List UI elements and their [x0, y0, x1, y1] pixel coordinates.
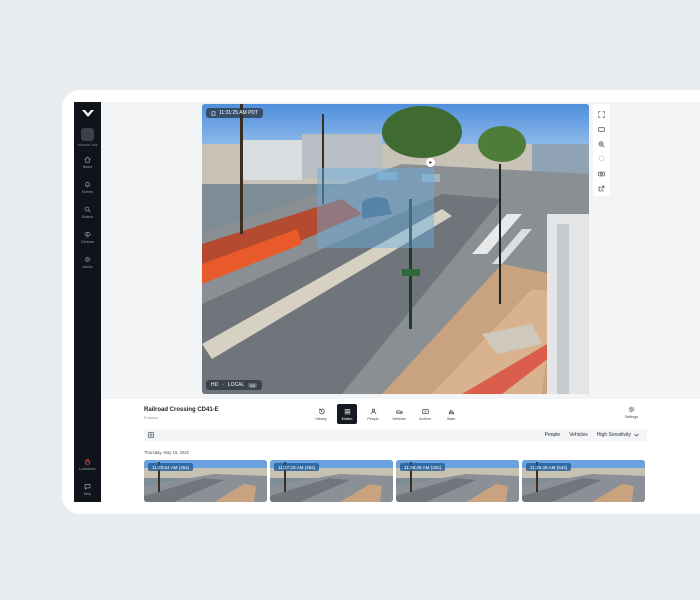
verkada-logo-icon[interactable] [81, 109, 94, 118]
video-toolbar [593, 104, 610, 196]
vehicles-filter[interactable]: Vehicles [569, 432, 588, 438]
tab-label: Vehicles [392, 416, 406, 421]
share-icon [598, 185, 605, 192]
vehicle-icon [395, 409, 403, 414]
motion-thumbnail[interactable]: 11:28:54 AM (45s) [144, 460, 267, 502]
dewarp-button[interactable] [597, 154, 606, 163]
video-timestamp: 11:31:25 AM PDT [206, 108, 264, 118]
tab-label: Archive [419, 416, 431, 421]
people-icon [370, 408, 376, 414]
history-icon [318, 408, 325, 414]
thumbnail-time: 11:26:48 AM (30s) [400, 463, 446, 471]
main-area: 11:31:25 AM PDT HD · LOCAL 5X Railroad C… [101, 102, 700, 502]
rectangle-icon [598, 127, 605, 132]
motion-thumbnail[interactable]: 11:26:48 AM (30s) [396, 460, 519, 502]
gear-icon [628, 406, 635, 413]
sidebar-item-lockdown[interactable]: Lockdown [79, 458, 96, 471]
sidebar-item-home[interactable]: Home [82, 156, 93, 169]
snapshot-button[interactable] [597, 169, 606, 178]
tab-stats[interactable]: Stats [441, 404, 461, 424]
sidebar-item-search[interactable]: Search [82, 206, 93, 219]
tab-motion[interactable]: Motion [337, 404, 357, 424]
devices-icon [84, 232, 91, 238]
filter-options: People Vehicles High Sensitivity [545, 429, 639, 441]
layout-button[interactable] [597, 125, 606, 134]
fullscreen-button[interactable] [597, 110, 606, 119]
org-avatar[interactable] [81, 128, 94, 141]
motion-thumbnails: 11:28:54 AM (45s) 11:27:33 AM (45s) 11:2… [144, 460, 645, 502]
zoom-in-icon [598, 141, 605, 148]
camera-icon [598, 171, 605, 177]
sidebar-bottom: Lockdown Help [79, 458, 96, 498]
settings-button[interactable]: Settings [625, 406, 638, 419]
camera-feed-image [202, 104, 589, 394]
quality-separator: · [222, 382, 224, 388]
help-chat-icon [84, 484, 91, 490]
quality-text: HD [211, 382, 219, 388]
tab-people[interactable]: People [363, 404, 383, 424]
thumbnail-time: 11:27:33 AM (45s) [274, 463, 320, 471]
sidebar: Verkada Labs Home Events Search Devices … [74, 102, 101, 502]
circle-icon [598, 156, 605, 162]
motion-detection-zone[interactable] [317, 168, 434, 248]
sidebar-item-label: Help [83, 492, 92, 496]
play-button[interactable] [426, 158, 435, 167]
app-window: Verkada Labs Home Events Search Devices … [62, 90, 700, 514]
thumbnail-time: 11:25:45 AM (52s) [526, 463, 572, 471]
sidebar-item-label: Devices [81, 240, 94, 244]
bell-icon [85, 182, 90, 188]
camera-subtitle: Exterior [144, 415, 158, 420]
speed-badge: 5X [248, 382, 258, 388]
sidebar-item-admin[interactable]: Admin [82, 256, 93, 269]
tab-label: Stats [446, 416, 456, 421]
sidebar-item-events[interactable]: Events [82, 181, 93, 194]
sidebar-item-devices[interactable]: Devices [81, 231, 94, 244]
sensitivity-value: High Sensitivity [596, 432, 631, 438]
tab-vehicles[interactable]: Vehicles [389, 404, 409, 424]
sidebar-item-label: Events [82, 190, 93, 194]
org-label: Verkada Labs [77, 143, 98, 147]
motion-thumbnail[interactable]: 11:25:45 AM (52s) [522, 460, 645, 502]
clock-icon [211, 110, 216, 116]
sidebar-item-label: Lockdown [79, 467, 96, 471]
camera-name: Railroad Crossing CD41-E [144, 407, 219, 413]
archive-icon [421, 408, 429, 414]
tab-label: People [367, 416, 379, 421]
sidebar-item-label: Search [81, 215, 94, 219]
tab-history[interactable]: History [311, 404, 331, 424]
quality-badge[interactable]: HD · LOCAL 5X [206, 380, 263, 390]
camera-panel: Railroad Crossing CD41-E Exterior Histor… [101, 399, 700, 502]
share-button[interactable] [597, 184, 606, 193]
video-player[interactable]: 11:31:25 AM PDT HD · LOCAL 5X [202, 104, 589, 394]
sidebar-nav: Home Events Search Devices Admin [74, 156, 101, 281]
admin-gear-icon [84, 256, 91, 263]
settings-label: Settings [625, 415, 638, 419]
home-icon [84, 156, 91, 163]
grid-view-icon[interactable] [148, 432, 154, 438]
fullscreen-icon [598, 111, 605, 118]
stats-icon [448, 409, 454, 414]
timestamp-text: 11:31:25 AM PDT [219, 110, 259, 116]
sensitivity-dropdown[interactable]: High Sensitivity [597, 432, 639, 438]
search-icon [84, 206, 91, 213]
zoom-button[interactable] [597, 140, 606, 149]
date-label: Thursday, May 19, 2022 [144, 450, 189, 455]
tab-archive[interactable]: Archive [415, 404, 435, 424]
people-filter[interactable]: People [545, 432, 561, 438]
play-icon [429, 161, 432, 164]
chevron-down-icon [634, 433, 639, 437]
sidebar-item-label: Admin [82, 265, 93, 269]
sidebar-item-help[interactable]: Help [84, 483, 91, 496]
lock-icon [85, 458, 90, 465]
filter-bar: People Vehicles High Sensitivity [144, 429, 647, 441]
source-text: LOCAL [227, 382, 245, 388]
tab-label: History [315, 416, 327, 421]
thumbnail-time: 11:28:54 AM (45s) [148, 463, 194, 471]
motion-thumbnail[interactable]: 11:27:33 AM (45s) [270, 460, 393, 502]
motion-icon [344, 408, 350, 414]
mode-tabs: History Motion People Vehicles Archive S… [311, 404, 461, 424]
sidebar-item-label: Home [82, 165, 93, 169]
tab-label: Motion [341, 416, 353, 421]
